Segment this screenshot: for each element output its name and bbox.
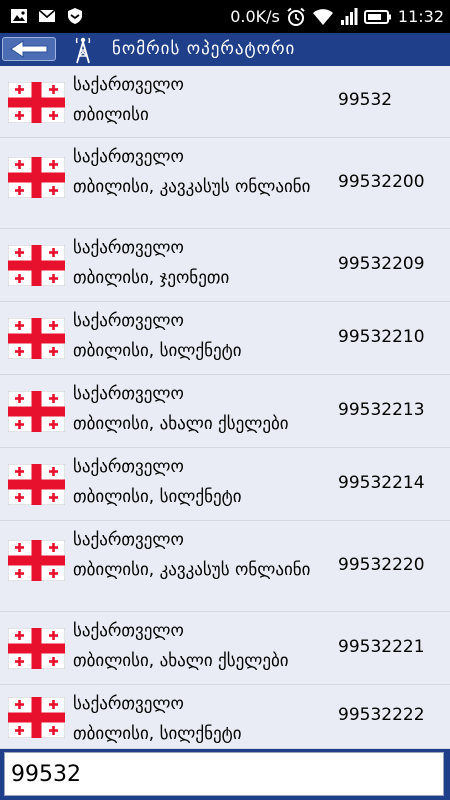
phone-prefix: 99532200 — [338, 172, 425, 192]
city-operator: თბილისი, სილქნეტი — [73, 341, 242, 361]
city-operator: თბილისი, კავკასუს ონლაინი — [73, 560, 311, 580]
country-name: საქართველო — [73, 311, 184, 331]
mail-notification-icon — [38, 9, 56, 22]
country-name: საქართველო — [73, 621, 184, 641]
gallery-notification-icon — [11, 9, 27, 23]
country-name: საქართველო — [73, 694, 184, 714]
phone-prefix: 99532222 — [338, 705, 425, 725]
georgia-flag-icon — [8, 245, 65, 286]
city-operator: თბილისი, სილქნეტი — [73, 724, 242, 744]
georgia-flag-icon — [8, 540, 65, 581]
phone-prefix: 99532221 — [338, 637, 425, 657]
operator-row[interactable]: საქართველო თბილისი, სილქნეტი 99532222 — [0, 685, 450, 749]
operator-row[interactable]: საქართველო თბილისი, სილქნეტი 99532210 — [0, 302, 450, 375]
results-list[interactable]: საქართველო თბილისი 99532 საქართველო თბილისი,… — [0, 66, 450, 749]
page-title: ნომრის ოპერატორი — [112, 39, 296, 59]
phone-prefix: 99532 — [338, 90, 393, 110]
operator-row[interactable]: საქართველო თბილისი, სილქნეტი 99532214 — [0, 448, 450, 521]
operator-row[interactable]: საქართველო თბილისი, ახალი ქსელები 99532213 — [0, 375, 450, 448]
city-operator: თბილისი, სილქნეტი — [73, 487, 242, 507]
phone-prefix: 99532210 — [338, 327, 425, 347]
country-name: საქართველო — [73, 75, 184, 95]
operator-row[interactable]: საქართველო თბილისი, კავკასუს ონლაინი 99532… — [0, 138, 450, 229]
phone-prefix: 99532209 — [338, 254, 425, 274]
wifi-icon — [312, 8, 333, 25]
search-bar — [0, 749, 450, 800]
signal-icon — [340, 7, 358, 25]
city-operator: თბილისი, კავკასუს ონლაინი — [73, 177, 311, 197]
country-name: საქართველო — [73, 530, 184, 550]
phone-prefix: 99532220 — [338, 555, 425, 575]
city-operator: თბილისი — [73, 105, 149, 125]
city-operator: თბილისი, ახალი ქსელები — [73, 651, 289, 671]
georgia-flag-icon — [8, 697, 65, 738]
country-name: საქართველო — [73, 384, 184, 404]
battery-icon — [363, 9, 391, 24]
country-name: საქართველო — [73, 238, 184, 258]
phone-prefix: 99532214 — [338, 473, 425, 493]
georgia-flag-icon — [8, 157, 65, 198]
city-operator: თბილისი, ახალი ქსელები — [73, 414, 289, 434]
status-bar: 0.0K/s 11:32 — [0, 0, 450, 33]
georgia-flag-icon — [8, 464, 65, 505]
georgia-flag-icon — [8, 82, 65, 123]
phone-prefix: 99532213 — [338, 400, 425, 420]
operator-row[interactable]: საქართველო თბილისი, კავკასუს ონლაინი 99532… — [0, 521, 450, 612]
georgia-flag-icon — [8, 318, 65, 359]
back-button[interactable] — [2, 37, 56, 61]
city-operator: თბილისი, ჯეონეთი — [73, 268, 230, 288]
title-bar: ნომრის ოპერატორი — [0, 33, 450, 66]
country-name: საქართველო — [73, 457, 184, 477]
operator-row[interactable]: საქართველო თბილისი, ახალი ქსელები 99532221 — [0, 612, 450, 685]
operator-row[interactable]: საქართველო თბილისი, ჯეონეთი 99532209 — [0, 229, 450, 302]
operator-row[interactable]: საქართველო თბილისი 99532 — [0, 66, 450, 138]
shield-notification-icon — [68, 8, 82, 24]
number-search-input[interactable] — [4, 752, 444, 796]
clock: 11:32 — [397, 7, 444, 26]
antenna-tower-icon — [75, 37, 91, 64]
country-name: საქართველო — [73, 147, 184, 167]
georgia-flag-icon — [8, 391, 65, 432]
alarm-icon — [287, 7, 305, 26]
arrow-left-icon — [10, 40, 48, 58]
georgia-flag-icon — [8, 628, 65, 669]
network-speed: 0.0K/s — [230, 7, 280, 26]
